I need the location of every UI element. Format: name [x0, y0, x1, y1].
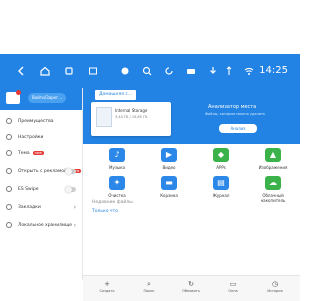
music-icon: ♪	[109, 148, 125, 162]
drawer-item-settings[interactable]: Настройки	[0, 130, 82, 144]
category-label: Музыка	[109, 165, 125, 170]
journal-icon: ▤	[213, 176, 229, 190]
category-trash[interactable]: ▬ Корзина	[149, 176, 189, 206]
phone-icon	[6, 222, 12, 228]
category-images[interactable]: ▲ Изображения	[253, 148, 293, 178]
broom-icon: ✦	[109, 176, 125, 190]
breadcrumb[interactable]: Домашняя с...	[95, 90, 137, 100]
side-drawer: Войти/Зарег... Преимущества Настройки Те…	[0, 88, 83, 280]
chevron-right-icon: ›	[73, 221, 76, 229]
drawer-item-label: Локальное хранилище	[18, 222, 72, 228]
system-navbar: 14:25	[0, 54, 300, 88]
main-content: Домашняя с... Internal Storage 3,44 ГБ /…	[83, 88, 300, 280]
analyzer-title: Анализатор места	[208, 104, 257, 110]
back-icon[interactable]	[12, 62, 30, 80]
drawer-item-label: Открыть с рекламой	[18, 168, 67, 174]
history-button[interactable]: ◷ История	[255, 279, 295, 293]
category-cloud[interactable]: ☁ Облачный накопитель	[253, 176, 293, 206]
trash-icon: ▬	[161, 176, 177, 190]
analyzer-subtitle: Файлы, которые можно удалить	[205, 112, 266, 116]
status-clock: 14:25	[259, 65, 288, 76]
category-label: Очистка	[108, 193, 126, 198]
login-button[interactable]: Войти/Зарег...	[28, 93, 66, 103]
bottom-label: Обновить	[182, 289, 200, 293]
category-label: Корзина	[160, 193, 178, 198]
drawer-item-es-swipe[interactable]: ES Swipe	[0, 182, 82, 196]
video-icon: ▶	[161, 148, 177, 162]
camera-icon[interactable]	[182, 62, 200, 80]
new-badge: new	[32, 151, 44, 155]
storage-usage: 3,44 ГБ / 15,65 ГБ	[115, 115, 148, 119]
storage-title: Internal Storage	[115, 108, 148, 113]
bookmark-icon	[6, 204, 12, 210]
usb-icon	[220, 62, 238, 80]
category-label: Облачный накопитель	[260, 193, 286, 203]
palette-icon	[6, 150, 12, 156]
bottom-label: История	[267, 289, 283, 293]
category-music[interactable]: ♪ Музыка	[97, 148, 137, 178]
search-icon[interactable]	[138, 62, 156, 80]
search-icon: ⌕	[147, 280, 151, 288]
gear-icon	[6, 134, 12, 140]
wifi-icon	[240, 62, 258, 80]
drawer-item-local-storage[interactable]: Локальное хранилище ›	[0, 218, 82, 232]
crown-icon	[6, 118, 12, 124]
swipe-icon	[6, 186, 12, 192]
drawer-item-premium[interactable]: Преимущества	[0, 114, 82, 128]
category-label: APPs	[216, 165, 226, 170]
windows-button[interactable]: ▭ Окна	[213, 279, 253, 293]
drawer-item-theme[interactable]: Тема new	[0, 146, 82, 160]
category-journal[interactable]: ▤ Журнал	[201, 176, 241, 206]
storage-hero: Internal Storage 3,44 ГБ / 15,65 ГБ Анал…	[83, 102, 300, 144]
android-icon: ◆	[213, 148, 229, 162]
swipe-toggle[interactable]	[65, 185, 76, 193]
recent-files-header: Недавние файлы	[92, 200, 133, 205]
chevron-right-icon: ›	[73, 203, 76, 211]
window-icon: ▭	[229, 280, 237, 288]
drawer-item-label: Преимущества	[18, 118, 54, 124]
drawer-item-label: Закладки	[18, 204, 41, 210]
plus-icon: +	[104, 280, 110, 288]
recents-icon[interactable]	[60, 62, 78, 80]
bottom-label: Поиск	[143, 289, 155, 293]
drawer-item-label: ES Swipe	[18, 186, 39, 192]
analyze-button[interactable]: Анализ	[219, 124, 257, 133]
app-frame: 14:25 Войти/Зарег... Преимущества Настро…	[0, 0, 300, 301]
storage-card[interactable]: Internal Storage 3,44 ГБ / 15,65 ГБ	[91, 102, 171, 136]
category-label: Изображения	[258, 165, 288, 170]
ad-icon	[6, 168, 12, 174]
drawer-item-bookmarks[interactable]: Закладки ›	[0, 200, 82, 214]
bottom-label: Окна	[228, 289, 238, 293]
cloud-icon: ☁	[265, 176, 281, 190]
category-video[interactable]: ▶ Видео	[149, 148, 189, 178]
path-bar: Домашняя с...	[83, 88, 300, 102]
notification-dot	[16, 90, 21, 95]
screenshot-icon[interactable]	[84, 62, 102, 80]
history-icon: ◷	[271, 280, 279, 288]
home-icon[interactable]	[36, 62, 54, 80]
bottom-toolbar: + Создать ⌕ Поиск ↻ Обновить ▭ Окна ◷ Ис…	[83, 275, 300, 301]
drawer-item-label: Настройки	[18, 134, 44, 140]
drawer-item-ads[interactable]: Открыть с рекламой new	[0, 164, 82, 178]
recent-item[interactable]: Только что	[92, 209, 118, 214]
refresh-button[interactable]: ↻ Обновить	[171, 279, 211, 293]
drawer-item-label: Тема	[18, 150, 30, 156]
bottom-label: Создать	[99, 289, 115, 293]
drawer-header: Войти/Зарег...	[0, 88, 82, 110]
refresh-icon[interactable]	[160, 62, 178, 80]
storage-doc-icon	[96, 107, 112, 127]
image-icon: ▲	[265, 148, 281, 162]
category-label: Журнал	[212, 193, 230, 198]
refresh-icon: ↻	[188, 280, 194, 288]
create-button[interactable]: + Создать	[87, 279, 127, 293]
category-label: Видео	[162, 165, 176, 170]
search-button[interactable]: ⌕ Поиск	[129, 279, 169, 293]
ads-toggle[interactable]	[65, 167, 76, 175]
category-apps[interactable]: ◆ APPs	[201, 148, 241, 178]
chat-icon[interactable]	[116, 62, 134, 80]
